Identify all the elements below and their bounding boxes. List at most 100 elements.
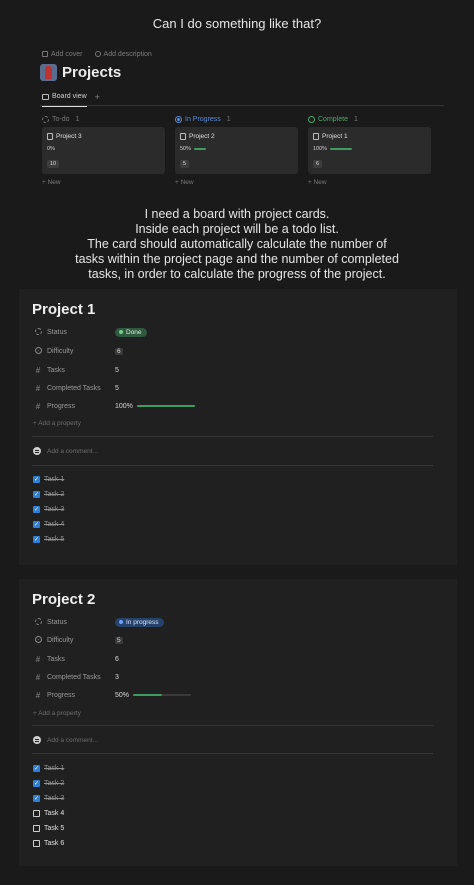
todo-item[interactable]: ✓ Task 2: [33, 491, 64, 498]
column-header: In Progress 1: [175, 114, 298, 124]
card-task-count: 6: [313, 160, 323, 168]
property-difficulty[interactable]: Difficulty 6: [33, 345, 433, 357]
property-tasks[interactable]: # Tasks 6: [33, 653, 433, 665]
avatar: [33, 447, 41, 455]
tasks-value: 5: [115, 366, 119, 374]
divider: [32, 436, 433, 437]
page-icon: [47, 133, 53, 140]
property-difficulty[interactable]: Difficulty 5: [33, 634, 433, 646]
board-column-complete: Complete 1 Project 1 100% 6 + New: [308, 114, 431, 186]
card-task-count: 10: [47, 160, 60, 168]
page-meta-actions: Add cover Add description: [42, 51, 152, 58]
hash-icon: #: [35, 383, 41, 393]
add-description-button[interactable]: Add description: [94, 51, 152, 58]
hash-icon: #: [35, 654, 41, 664]
todo-item[interactable]: ✓ Task 3: [33, 795, 64, 802]
checked-checkbox-icon[interactable]: ✓: [33, 506, 40, 513]
property-completed-tasks[interactable]: # Completed Tasks 5: [33, 382, 433, 394]
property-status[interactable]: Status Done: [33, 326, 433, 338]
checked-checkbox-icon[interactable]: ✓: [33, 780, 40, 787]
status-badge: Done: [115, 327, 147, 337]
checkbox-icon[interactable]: [33, 840, 40, 847]
new-card-button[interactable]: + New: [308, 179, 431, 186]
divider: [32, 725, 433, 726]
board-card-project-1[interactable]: Project 1 100% 6: [308, 127, 431, 174]
todo-item[interactable]: ✓ Task 1: [33, 765, 64, 772]
hash-icon: #: [35, 690, 41, 700]
select-icon: [34, 635, 42, 643]
property-status[interactable]: Status In progress: [33, 616, 433, 628]
board-column-todo: To-do 1 Project 3 0% 10 + New: [42, 114, 165, 186]
project-2-page: Project 2 Status In progress Difficulty …: [19, 579, 457, 866]
add-property-button[interactable]: + Add a property: [33, 710, 81, 717]
todo-item[interactable]: ✓ Task 4: [33, 521, 64, 528]
status-badge: In progress: [115, 617, 164, 627]
page-icon: [313, 133, 319, 140]
todo-item[interactable]: ✓ Task 2: [33, 780, 64, 787]
select-icon: [34, 346, 42, 354]
progress-bar: [194, 148, 207, 150]
todo-label: Task 4: [44, 521, 65, 528]
progress-bar: [133, 694, 192, 696]
page-header: Projects: [40, 64, 121, 81]
property-tasks[interactable]: # Tasks 5: [33, 364, 433, 376]
todo-item[interactable]: Task 4: [33, 810, 64, 817]
checkbox-icon[interactable]: [33, 810, 40, 817]
todo-label: Task 4: [44, 810, 65, 817]
property-progress[interactable]: # Progress 100%: [33, 400, 433, 412]
caption-line: I need a board with project cards.: [144, 207, 330, 221]
property-completed-tasks[interactable]: # Completed Tasks 3: [33, 671, 433, 683]
todo-label: Task 3: [44, 795, 65, 802]
todo-label: Task 5: [44, 536, 65, 543]
checked-checkbox-icon[interactable]: ✓: [33, 536, 40, 543]
column-header: Complete 1: [308, 114, 431, 124]
completed-value: 3: [115, 673, 119, 681]
caption-line: tasks, in order to calculate the progres…: [88, 267, 386, 281]
progress-bar: [330, 148, 353, 150]
status-icon: [34, 617, 42, 625]
checkbox-icon[interactable]: [33, 825, 40, 832]
hash-icon: #: [35, 672, 41, 682]
add-property-button[interactable]: + Add a property: [33, 420, 81, 427]
new-card-button[interactable]: + New: [175, 179, 298, 186]
card-progress: 50%: [180, 146, 293, 152]
info-icon: [94, 51, 101, 57]
todo-label: Task 2: [44, 491, 65, 498]
todo-item[interactable]: Task 5: [33, 825, 64, 832]
page-icon: [180, 133, 186, 140]
todo-item[interactable]: ✓ Task 1: [33, 476, 64, 483]
board-column-in-progress: In Progress 1 Project 2 50% 5 + New: [175, 114, 298, 186]
project-title: Project 1: [32, 301, 96, 318]
hash-icon: #: [35, 365, 41, 375]
checked-checkbox-icon[interactable]: ✓: [33, 491, 40, 498]
caption-line: Inside each project will be a todo list.: [135, 222, 339, 236]
todo-item[interactable]: ✓ Task 5: [33, 536, 64, 543]
todo-label: Task 1: [44, 765, 65, 772]
new-card-button[interactable]: + New: [42, 179, 165, 186]
page-emoji-icon[interactable]: [40, 64, 57, 81]
checked-checkbox-icon[interactable]: ✓: [33, 795, 40, 802]
todo-item[interactable]: Task 6: [33, 840, 64, 847]
hash-icon: #: [35, 401, 41, 411]
board-card-project-2[interactable]: Project 2 50% 5: [175, 127, 298, 174]
tasks-value: 6: [115, 655, 119, 663]
divider: [32, 465, 433, 466]
todo-label: Task 5: [44, 825, 65, 832]
in-progress-status-icon: [175, 115, 182, 123]
todo-item[interactable]: ✓ Task 3: [33, 506, 64, 513]
project-title: Project 2: [32, 591, 96, 608]
checked-checkbox-icon[interactable]: ✓: [33, 476, 40, 483]
checked-checkbox-icon[interactable]: ✓: [33, 765, 40, 772]
add-cover-button[interactable]: Add cover: [42, 51, 83, 58]
avatar: [33, 736, 41, 744]
comment-input[interactable]: Add a comment...: [33, 736, 98, 744]
checked-checkbox-icon[interactable]: ✓: [33, 521, 40, 528]
card-progress: 0%: [47, 146, 55, 152]
property-progress[interactable]: # Progress 50%: [33, 689, 433, 701]
board-card-project-3[interactable]: Project 3 0% 10: [42, 127, 165, 174]
comment-input[interactable]: Add a comment...: [33, 447, 98, 455]
todo-label: Task 6: [44, 840, 65, 847]
divider: [40, 105, 444, 106]
status-icon: [34, 327, 42, 335]
question-caption: Can I do something like that?: [152, 16, 322, 31]
